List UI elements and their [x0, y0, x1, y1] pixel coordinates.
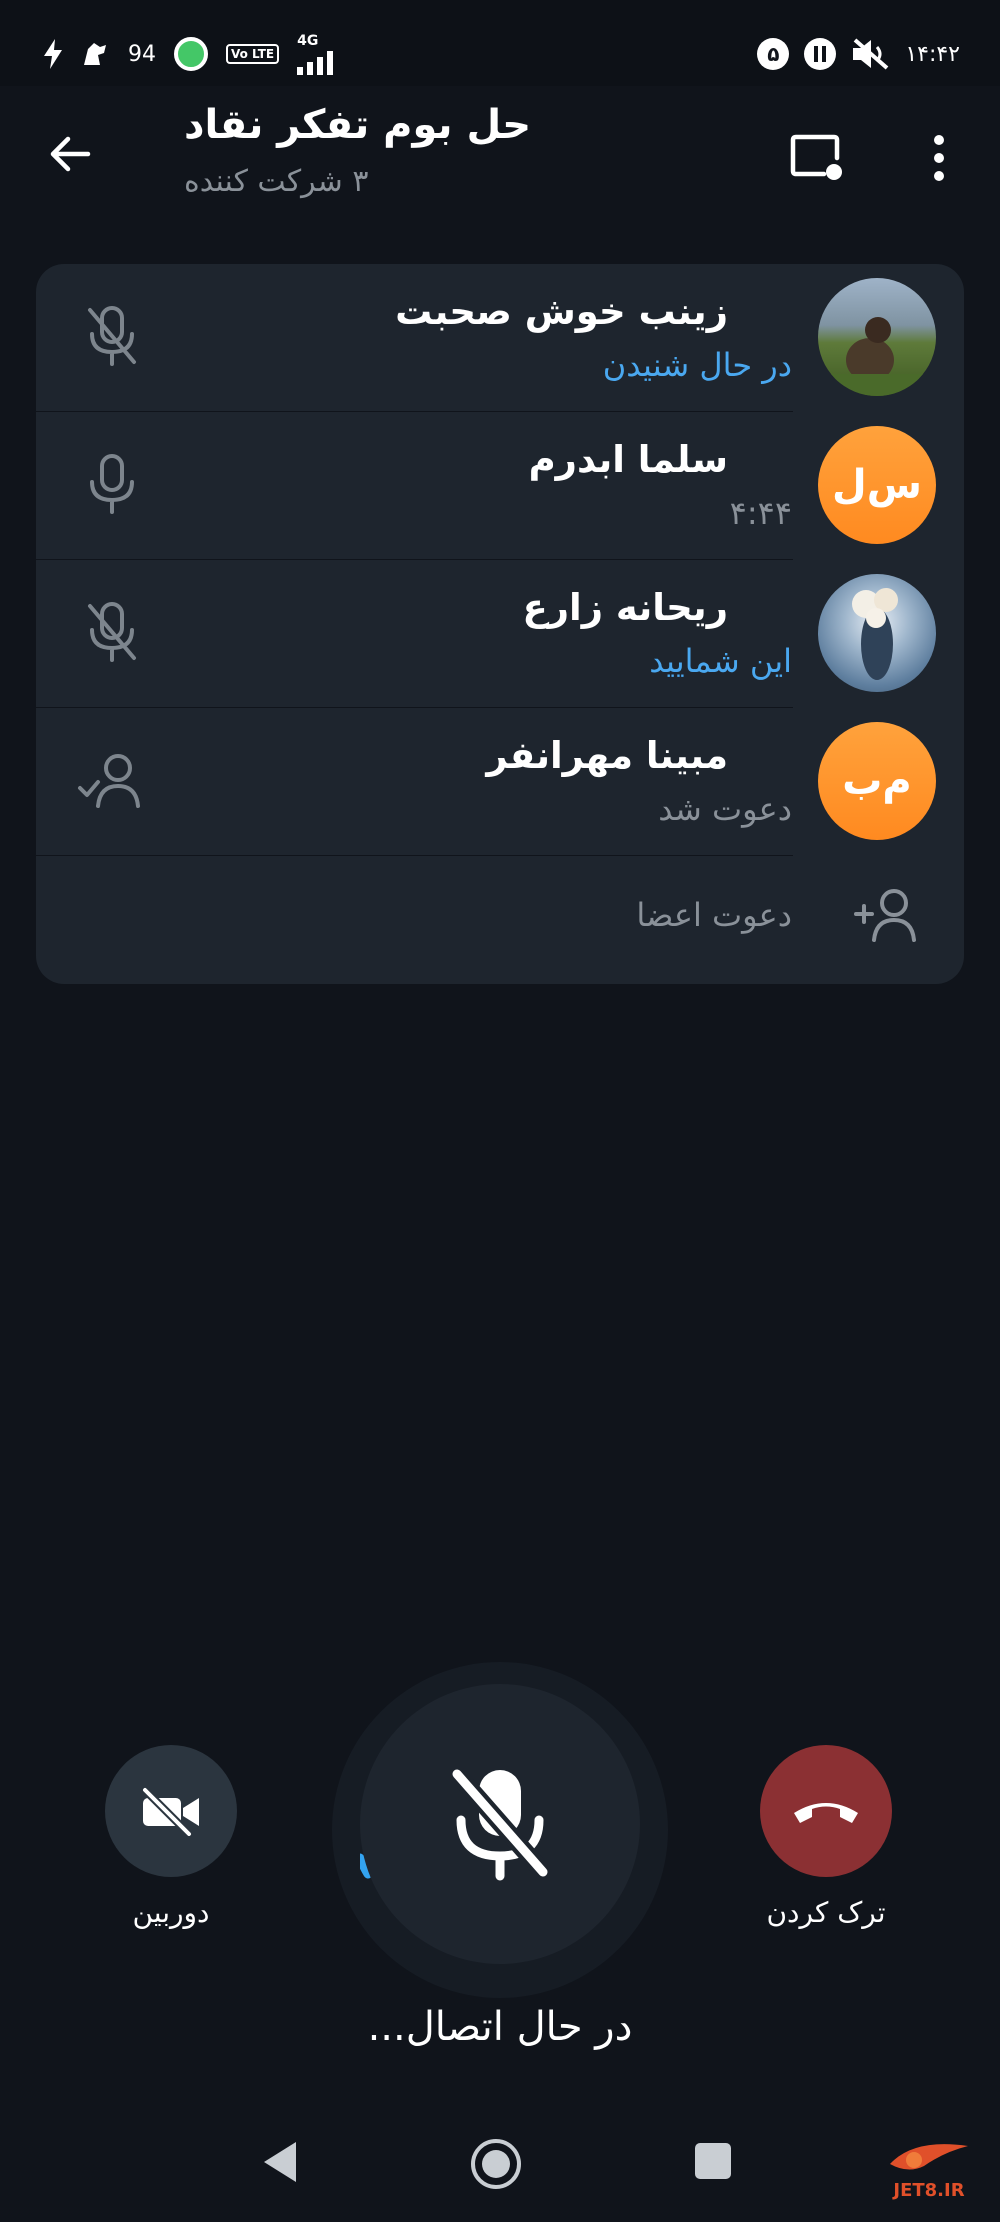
status-left: 94 Vo LTE 4G: [44, 33, 341, 75]
more-menu-icon[interactable]: [924, 133, 954, 183]
voice-record-icon: [804, 38, 837, 70]
avatar: [818, 278, 936, 396]
camera-button[interactable]: [105, 1745, 237, 1877]
participant-row[interactable]: م‌ب مبینا مهرانفر دعوت شد: [36, 708, 964, 854]
camera-off-icon: [142, 1787, 199, 1836]
nav-home-icon[interactable]: [470, 2138, 522, 2190]
camera-label: دوربین: [132, 1896, 210, 1929]
signal-group: 4G: [297, 33, 341, 75]
participant-name: سلما ابدرم: [528, 438, 728, 481]
invite-members-button[interactable]: دعوت اعضا: [36, 856, 964, 984]
participant-status: ۴:۴۴: [729, 494, 792, 532]
avatar: [818, 574, 936, 692]
participant-name: مبینا مهرانفر: [486, 734, 728, 777]
participant-name: ریحانه زارع: [522, 586, 728, 629]
avatar-photo: [852, 588, 898, 680]
avatar: م‌ب: [818, 722, 936, 840]
back-arrow-icon[interactable]: [46, 130, 94, 178]
leave-call-button[interactable]: [760, 1745, 892, 1877]
participant-status: این شمایید: [649, 642, 792, 680]
clock: ۱۴:۴۲: [905, 41, 960, 67]
mic-muted-icon: [450, 1768, 550, 1881]
mic-off-icon: [88, 602, 136, 662]
mute-toggle-button[interactable]: [360, 1684, 640, 1964]
app-notification-icon: [84, 43, 106, 65]
watermark-logo: JET8.IR: [884, 2136, 974, 2201]
jet-logo-icon: [890, 2144, 968, 2170]
hang-up-icon: [794, 1803, 858, 1823]
screen-share-icon[interactable]: [790, 132, 844, 182]
mic-off-icon: [88, 306, 136, 366]
connection-status: در حال اتصال...: [367, 2004, 633, 2050]
nav-recents-icon[interactable]: [694, 2142, 732, 2180]
nav-back-icon[interactable]: [262, 2140, 298, 2184]
invite-label: دعوت اعضا: [636, 896, 792, 934]
charging-icon: [44, 39, 62, 69]
mic-icon: [90, 454, 134, 514]
avatar: س‌ل: [818, 426, 936, 544]
participant-status: دعوت شد: [658, 790, 792, 828]
status-right: ۵ ۱۴:۴۲: [757, 34, 960, 74]
participant-row[interactable]: س‌ل سلما ابدرم ۴:۴۴: [36, 412, 964, 558]
participant-row[interactable]: ریحانه زارع این شمایید: [36, 560, 964, 706]
user-check-icon: [78, 754, 140, 808]
battery-level: 94: [128, 41, 156, 67]
mute-volume-icon: [853, 38, 889, 70]
participant-name: زینب خوش صحبت: [395, 290, 728, 333]
network-type: 4G: [297, 33, 319, 49]
participant-status: در حال شنیدن: [602, 346, 792, 384]
watermark-text: JET8.IR: [893, 2180, 965, 2201]
participant-count: ۳ شرکت کننده: [184, 164, 369, 199]
add-user-icon: [854, 889, 916, 942]
volte-icon: Vo LTE: [226, 44, 280, 64]
page-title: حل بوم تفکر نقاد: [184, 102, 532, 148]
avatar-photo: [818, 317, 936, 396]
status-bar: 94 Vo LTE 4G ۵ ۱۴:۴۲: [0, 0, 1000, 86]
participant-row[interactable]: زینب خوش صحبت در حال شنیدن: [36, 264, 964, 410]
leave-label: ترک کردن: [766, 1896, 886, 1929]
signal-icon: [297, 51, 334, 75]
notification-count-badge: ۵: [757, 38, 790, 70]
active-call-icon: [174, 37, 208, 71]
